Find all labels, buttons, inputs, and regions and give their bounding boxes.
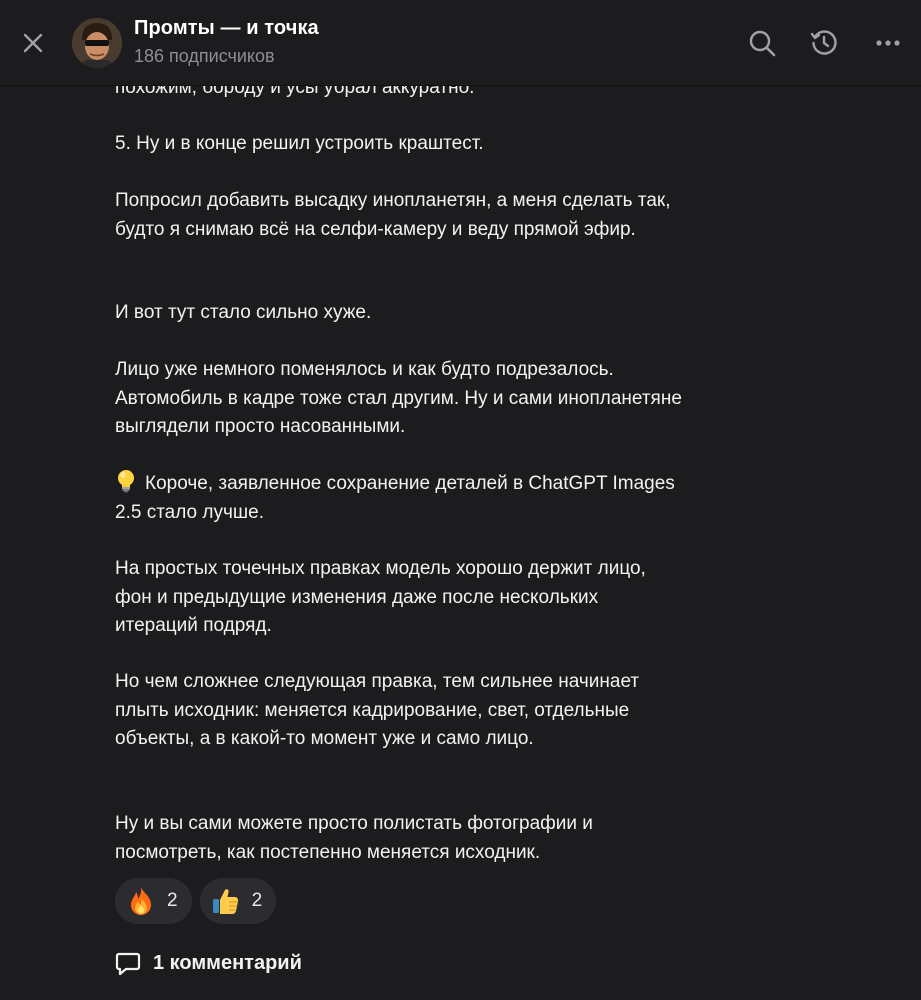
post-paragraph-summary: Короче, заявленное сохранение деталей в … <box>115 469 685 527</box>
reaction-fire[interactable]: 2 <box>115 878 192 924</box>
comments-count: 1 комментарий <box>153 951 302 974</box>
more-icon <box>876 40 900 46</box>
post-paragraph: 5. Ну и в конце решил устроить краштест. <box>115 133 484 154</box>
channel-post-view: похожим, бороду и усы убрал аккуратно. 5… <box>0 0 921 1000</box>
comment-icon <box>115 952 141 976</box>
more-button[interactable] <box>872 27 904 59</box>
search-button[interactable] <box>746 27 778 59</box>
subscriber-count: 186 подписчиков <box>134 46 275 66</box>
comments-button[interactable]: 1 комментарий <box>115 950 302 976</box>
post-paragraph: Ну и вы сами можете просто полистать фот… <box>115 813 593 863</box>
post-paragraph: Попросил добавить высадку инопланетян, а… <box>115 190 671 240</box>
post-paragraph: Лицо уже немного поменялось и как будто … <box>115 359 682 437</box>
fire-icon <box>131 887 151 915</box>
channel-avatar[interactable] <box>72 18 122 68</box>
channel-info[interactable]: Промты — и точка 186 подписчиков <box>134 17 319 67</box>
post-paragraph: На простых точечных правках модель хорош… <box>115 558 646 636</box>
history-icon <box>810 30 837 55</box>
history-button[interactable] <box>808 27 840 59</box>
thumbs-up-icon <box>212 889 238 914</box>
search-icon <box>749 30 776 57</box>
post-paragraph: Но чем сложнее следующая правка, тем сил… <box>115 671 640 749</box>
summary-text: Короче, заявленное сохранение деталей в … <box>115 473 675 523</box>
reaction-thumbs-up[interactable]: 2 <box>199 878 277 924</box>
close-icon <box>23 33 43 53</box>
post-paragraph: И вот тут стало сильно хуже. <box>115 302 372 323</box>
reactions-bar: 2 2 <box>115 878 277 924</box>
channel-title: Промты — и точка <box>134 17 319 39</box>
reaction-count: 2 <box>251 890 263 911</box>
channel-header: Промты — и точка 186 подписчиков <box>0 0 921 86</box>
reaction-count: 2 <box>167 890 178 911</box>
close-button[interactable] <box>18 28 48 58</box>
lightbulb-icon <box>115 469 137 493</box>
